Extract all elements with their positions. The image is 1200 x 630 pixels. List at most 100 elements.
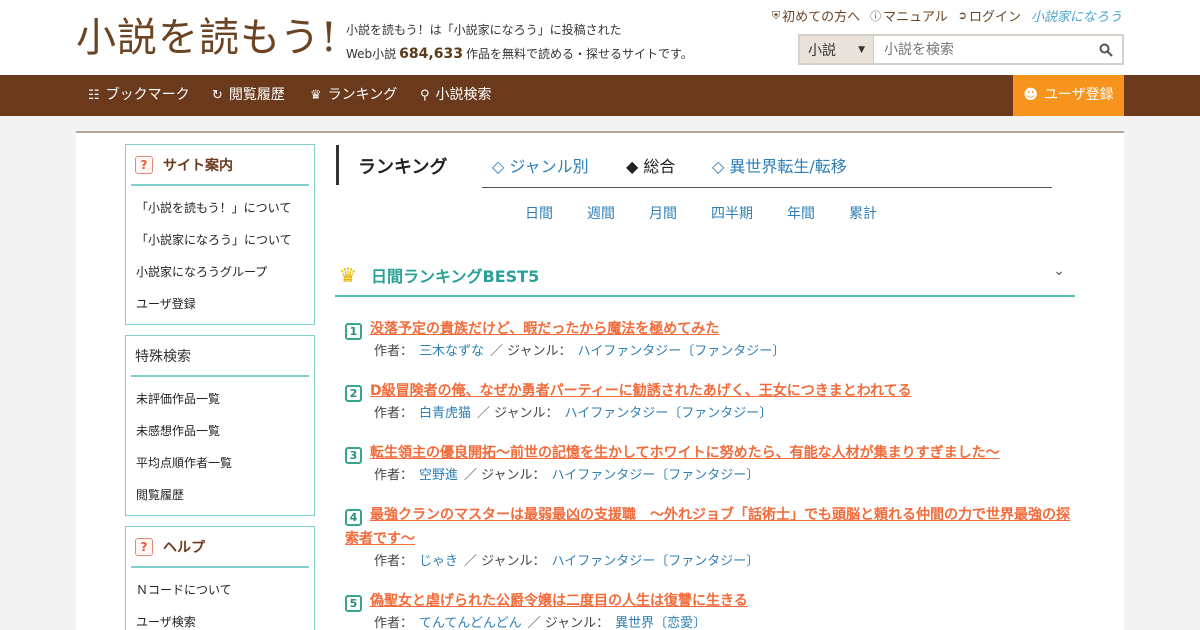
nav-ranking-label: ランキング [327, 87, 398, 103]
author-label: 作者： [374, 554, 414, 569]
search-icon [1099, 43, 1113, 57]
daily-ranking-header[interactable]: ♛ 日間ランキングBEST5 ⌄ [335, 253, 1075, 297]
genre-label: ジャンル： [494, 406, 559, 421]
manual-label: マニュアル [883, 10, 948, 25]
novel-title-link[interactable]: 没落予定の貴族だけど、暇だったから魔法を極めてみた [370, 321, 719, 337]
site-info-item[interactable]: ユーザ登録 [136, 288, 314, 320]
genre-link[interactable]: ハイファンタジー〔ファンタジー〕 [565, 406, 773, 421]
ranking-entry: 5 偽聖女と虐げられた公爵令嬢は二度目の人生は復讐に生きる 作者： てんてんどんどん… [345, 589, 1075, 630]
nav-search-label: 小説検索 [435, 87, 492, 103]
site-info-item[interactable]: 「小説を読もう！」について [136, 192, 314, 224]
novel-meta: 作者： てんてんどんどん／ ジャンル： 異世界〔恋愛〕 [374, 616, 707, 630]
period-yearly[interactable]: 年間 [787, 203, 815, 223]
question-icon: ? [135, 537, 153, 556]
period-weekly[interactable]: 週間 [587, 203, 615, 223]
special-search-item[interactable]: 未評価作品一覧 [136, 383, 314, 415]
main-content: ? サイト案内 「小説を読もう！」について 「小説家になろう」について 小説家にな… [76, 131, 1124, 630]
search-category-value: 小説 [808, 42, 836, 59]
search-input[interactable] [874, 36, 1090, 63]
author-label: 作者： [374, 616, 414, 630]
nav-ranking[interactable]: ♛ ランキング [310, 75, 397, 116]
author-link[interactable]: 白青虎猫 [419, 406, 471, 421]
author-label: 作者： [374, 468, 414, 483]
search-category-select[interactable]: 小説 ▼ [800, 36, 874, 63]
tagline-suffix: 作品を無料で読める・探せるサイトです。 [465, 47, 693, 61]
help-circle-icon: ⓘ [870, 9, 882, 23]
login-icon: ➲ [957, 9, 967, 22]
site-logo[interactable]: 小説を読もう! [76, 14, 338, 62]
period-total[interactable]: 累計 [849, 203, 877, 223]
beginner-link[interactable]: ⛨ 初めての方へ [771, 6, 860, 26]
ranking-entry: 3 転生領主の優良開拓〜前世の記憶を生かしてホワイトに努めたら、有能な人材が集まり… [345, 441, 1075, 487]
search-button[interactable] [1090, 36, 1122, 63]
novel-title-link[interactable]: D級冒険者の俺、なぜか勇者パーティーに勧誘されたあげく、王女につきまとわれてる [370, 383, 912, 399]
site-info-item[interactable]: 小説家になろうグループ [136, 256, 314, 288]
login-link[interactable]: ➲ ログイン [958, 6, 1021, 25]
rank-badge: 5 [345, 595, 362, 612]
narou-brand-link[interactable]: 小説家になろう [1031, 6, 1122, 25]
special-search-item[interactable]: 未感想作品一覧 [136, 415, 314, 447]
site-info-item[interactable]: 「小説家になろう」について [136, 224, 314, 256]
period-daily[interactable]: 日間 [525, 203, 553, 223]
genre-link[interactable]: ハイファンタジー〔ファンタジー〕 [578, 344, 786, 359]
crown-icon: ♛ [310, 88, 322, 103]
ranking-title: ランキング [358, 157, 448, 178]
nav-bookmark[interactable]: ☷ ブックマーク [88, 75, 190, 116]
tagline-prefix: Web小説 [346, 47, 397, 61]
genre-link[interactable]: ハイファンタジー〔ファンタジー〕 [552, 554, 760, 569]
register-button[interactable]: ☻ ユーザ登録 [1013, 75, 1124, 116]
genre-link[interactable]: ハイファンタジー〔ファンタジー〕 [552, 468, 760, 483]
site-info-header: ? サイト案内 [131, 145, 309, 186]
nav-history-label: 閲覧履歴 [228, 87, 285, 103]
rank-badge: 4 [345, 509, 362, 526]
genre-link[interactable]: 異世界〔恋愛〕 [615, 616, 706, 630]
rank-badge: 3 [345, 447, 362, 464]
tab-isekai[interactable]: ◇ 異世界転生/転移 [712, 153, 847, 177]
site-info-title: サイト案内 [163, 157, 233, 174]
novel-meta: 作者： 空野進／ ジャンル： ハイファンタジー〔ファンタジー〕 [374, 468, 760, 483]
novel-title-link[interactable]: 最強クランのマスターは最弱最凶の支援職 ～外れジョブ「話術士」でも頭脳と頼れる仲… [345, 507, 1070, 547]
nav-bookmark-label: ブックマーク [105, 87, 190, 103]
special-search-item[interactable]: 閲覧履歴 [136, 479, 314, 511]
period-quarterly[interactable]: 四半期 [711, 203, 753, 223]
tab-genre[interactable]: ◇ ジャンル別 [492, 153, 589, 177]
genre-label: ジャンル： [544, 616, 610, 630]
search-bar: 小説 ▼ [798, 34, 1124, 65]
ranking-entry: 4 最強クランのマスターは最弱最凶の支援職 ～外れジョブ「話術士」でも頭脳と頼れる… [345, 503, 1075, 573]
heading-bar [336, 145, 339, 185]
author-link[interactable]: じゃき [419, 554, 458, 569]
genre-label: ジャンル： [507, 344, 572, 359]
nav-search[interactable]: ⚲ 小説検索 [420, 75, 492, 116]
help-item[interactable]: ユーザ検索 [136, 606, 314, 630]
rank-badge: 2 [345, 385, 362, 402]
ranking-entry: 1 没落予定の貴族だけど、暇だったから魔法を極めてみた 作者： 三木なずな／ ジャン… [345, 317, 1075, 363]
search-icon: ⚲ [420, 88, 430, 103]
special-search-item[interactable]: 平均点順作者一覧 [136, 447, 314, 479]
login-label: ログイン [968, 10, 1021, 25]
help-box: ? ヘルプ Ｎコードについて ユーザ検索 [125, 526, 315, 630]
novel-title-link[interactable]: 偽聖女と虐げられた公爵令嬢は二度目の人生は復讐に生きる [370, 593, 748, 609]
shield-icon: ⛨ [771, 8, 781, 22]
tab-overall[interactable]: ◆ 総合 [626, 153, 675, 177]
special-search-header: 特殊検索 [131, 336, 309, 377]
main-nav: ☷ ブックマーク ↻ 閲覧履歴 ♛ ランキング ⚲ 小説検索 ☻ ユーザ登録 [0, 75, 1200, 116]
author-link[interactable]: てんてんどんどん [419, 616, 522, 630]
bookmark-icon: ☷ [88, 88, 100, 103]
manual-link[interactable]: ⓘ マニュアル [870, 6, 948, 26]
tab-divider [482, 187, 1052, 188]
special-search-box: 特殊検索 未評価作品一覧 未感想作品一覧 平均点順作者一覧 閲覧履歴 [125, 335, 315, 516]
crown-icon: ♛ [339, 263, 357, 287]
help-header: ? ヘルプ [131, 527, 309, 568]
history-icon: ↻ [212, 88, 223, 103]
site-header: 小説を読もう! 小説を読もう！は「小説家になろう」に投稿された Web小説 684… [0, 0, 1200, 75]
author-label: 作者： [374, 344, 414, 359]
novel-meta: 作者： 三木なずな／ ジャンル： ハイファンタジー〔ファンタジー〕 [374, 344, 786, 359]
novel-title-link[interactable]: 転生領主の優良開拓〜前世の記憶を生かしてホワイトに努めたら、有能な人材が集まりす… [370, 445, 1000, 461]
author-link[interactable]: 空野進 [419, 468, 458, 483]
chevron-down-icon[interactable]: ⌄ [1053, 263, 1065, 279]
help-item[interactable]: Ｎコードについて [136, 574, 314, 606]
nav-history[interactable]: ↻ 閲覧履歴 [212, 75, 285, 116]
author-link[interactable]: 三木なずな [419, 344, 484, 359]
author-label: 作者： [374, 406, 414, 421]
period-monthly[interactable]: 月間 [649, 203, 677, 223]
